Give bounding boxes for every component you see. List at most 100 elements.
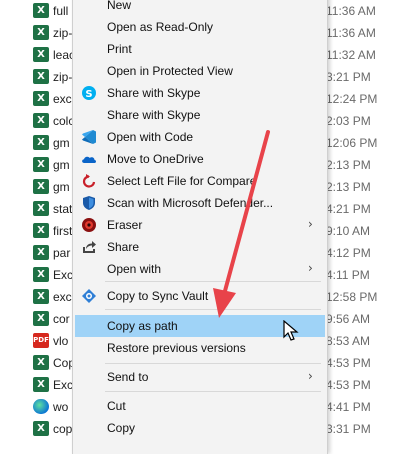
menu-item-label: Print bbox=[107, 42, 132, 56]
excel-icon: X bbox=[33, 377, 49, 392]
file-date: 4:12 PM bbox=[326, 246, 371, 260]
menu-item-share[interactable]: Share bbox=[73, 236, 327, 258]
file-date: 12:06 PM bbox=[326, 136, 378, 150]
menu-separator bbox=[105, 309, 321, 310]
menu-item-open-protected-view[interactable]: Open in Protected View bbox=[73, 60, 327, 82]
context-menu: New Open as Read-Only Print Open in Prot… bbox=[72, 0, 328, 454]
excel-icon: X bbox=[33, 311, 49, 326]
file-date: 2:13 PM bbox=[326, 158, 371, 172]
menu-item-open-with-code[interactable]: Open with Code bbox=[73, 126, 327, 148]
file-date: 3:31 PM bbox=[326, 422, 371, 436]
file-name: first bbox=[53, 224, 73, 238]
menu-item-label: Copy bbox=[107, 421, 136, 435]
menu-item-send-to[interactable]: Send to › bbox=[73, 366, 327, 388]
menu-item-label: Open as Read-Only bbox=[107, 20, 214, 34]
pdf-icon: PDF bbox=[33, 333, 49, 348]
menu-separator bbox=[105, 281, 321, 282]
submenu-arrow-icon: › bbox=[308, 369, 313, 383]
menu-separator bbox=[105, 363, 321, 364]
menu-item-label: Eraser bbox=[107, 218, 143, 232]
file-name: gm bbox=[53, 158, 70, 172]
file-name: vlo bbox=[53, 334, 69, 348]
excel-icon: X bbox=[33, 201, 49, 216]
menu-item-share-skype[interactable]: S Share with Skype bbox=[73, 82, 327, 104]
edge-icon bbox=[33, 399, 49, 414]
submenu-arrow-icon: › bbox=[308, 217, 313, 231]
file-date: 2:03 PM bbox=[326, 114, 371, 128]
menu-item-select-left-compare[interactable]: Select Left File for Compare bbox=[73, 170, 327, 192]
menu-item-share-skype-2[interactable]: Share with Skype bbox=[73, 104, 327, 126]
defender-icon bbox=[83, 196, 95, 210]
file-date: 12:24 PM bbox=[326, 92, 378, 106]
menu-item-cut[interactable]: Cut bbox=[73, 395, 327, 417]
file-name: Exc bbox=[53, 268, 74, 282]
file-date: 8:53 AM bbox=[326, 334, 371, 348]
excel-icon: X bbox=[33, 421, 49, 436]
menu-item-label: Cut bbox=[107, 399, 126, 413]
file-name: stat bbox=[53, 202, 73, 216]
menu-item-label: Open with bbox=[107, 262, 162, 276]
excel-icon: X bbox=[33, 289, 49, 304]
excel-icon: X bbox=[33, 113, 49, 128]
file-name: exc bbox=[53, 290, 72, 304]
menu-item-copy[interactable]: Copy bbox=[73, 417, 327, 439]
share-icon bbox=[83, 241, 96, 253]
file-name: cop bbox=[53, 422, 73, 436]
menu-item-label: Restore previous versions bbox=[107, 341, 246, 355]
excel-icon: X bbox=[33, 245, 49, 260]
file-date: 4:41 PM bbox=[326, 400, 371, 414]
excel-icon: X bbox=[33, 267, 49, 282]
file-date: 11:36 AM bbox=[326, 4, 376, 18]
onedrive-icon bbox=[82, 156, 96, 163]
file-name: exc bbox=[53, 92, 72, 106]
menu-item-label: Copy to Sync Vault bbox=[107, 289, 209, 303]
excel-icon: X bbox=[33, 135, 49, 150]
file-date: 4:53 PM bbox=[326, 378, 371, 392]
eraser-icon bbox=[82, 218, 96, 232]
file-name: gm bbox=[53, 136, 70, 150]
menu-item-label: Open with Code bbox=[107, 130, 194, 144]
file-date: 4:21 PM bbox=[326, 202, 371, 216]
sync-vault-icon bbox=[82, 289, 96, 303]
menu-item-label: Select Left File for Compare bbox=[107, 174, 257, 188]
file-date: 9:10 AM bbox=[326, 224, 371, 238]
menu-item-eraser[interactable]: Eraser › bbox=[73, 214, 327, 236]
compare-icon bbox=[82, 174, 96, 188]
file-name: par bbox=[53, 246, 71, 260]
menu-item-label: Send to bbox=[107, 370, 149, 384]
file-date: 2:13 PM bbox=[326, 180, 371, 194]
skype-icon: S bbox=[82, 86, 96, 100]
file-name: cor bbox=[53, 312, 70, 326]
menu-item-label: Open in Protected View bbox=[107, 64, 233, 78]
menu-separator bbox=[105, 391, 321, 392]
menu-item-copy-sync-vault[interactable]: Copy to Sync Vault bbox=[73, 285, 327, 307]
menu-item-label: Share with Skype bbox=[107, 86, 201, 100]
menu-item-open-with[interactable]: Open with › bbox=[73, 258, 327, 280]
menu-item-scan-defender[interactable]: Scan with Microsoft Defender... bbox=[73, 192, 327, 214]
file-name: zip- bbox=[53, 70, 73, 84]
file-date: 4:53 PM bbox=[326, 356, 371, 370]
menu-item-label: Share with Skype bbox=[107, 108, 201, 122]
file-name: Exc bbox=[53, 378, 74, 392]
file-name: gm bbox=[53, 180, 70, 194]
menu-item-move-onedrive[interactable]: Move to OneDrive bbox=[73, 148, 327, 170]
excel-icon: X bbox=[33, 91, 49, 106]
submenu-arrow-icon: › bbox=[308, 261, 313, 275]
menu-item-open-read-only[interactable]: Open as Read-Only bbox=[73, 16, 327, 38]
menu-item-print[interactable]: Print bbox=[73, 38, 327, 60]
file-date: 3:21 PM bbox=[326, 70, 371, 84]
file-date: 12:58 PM bbox=[326, 290, 378, 304]
excel-icon: X bbox=[33, 355, 49, 370]
file-date: 4:11 PM bbox=[326, 268, 370, 282]
file-date: 11:36 AM bbox=[326, 26, 376, 40]
file-date: 9:56 AM bbox=[326, 312, 371, 326]
excel-icon: X bbox=[33, 223, 49, 238]
excel-icon: X bbox=[33, 179, 49, 194]
menu-item-new[interactable]: New bbox=[73, 0, 327, 16]
file-name: zip- bbox=[53, 26, 73, 40]
menu-item-label: Copy as path bbox=[107, 319, 178, 333]
menu-item-label: New bbox=[107, 0, 132, 12]
file-date: 11:32 AM bbox=[326, 48, 376, 62]
file-name: wo bbox=[53, 400, 69, 414]
excel-icon: X bbox=[33, 157, 49, 172]
